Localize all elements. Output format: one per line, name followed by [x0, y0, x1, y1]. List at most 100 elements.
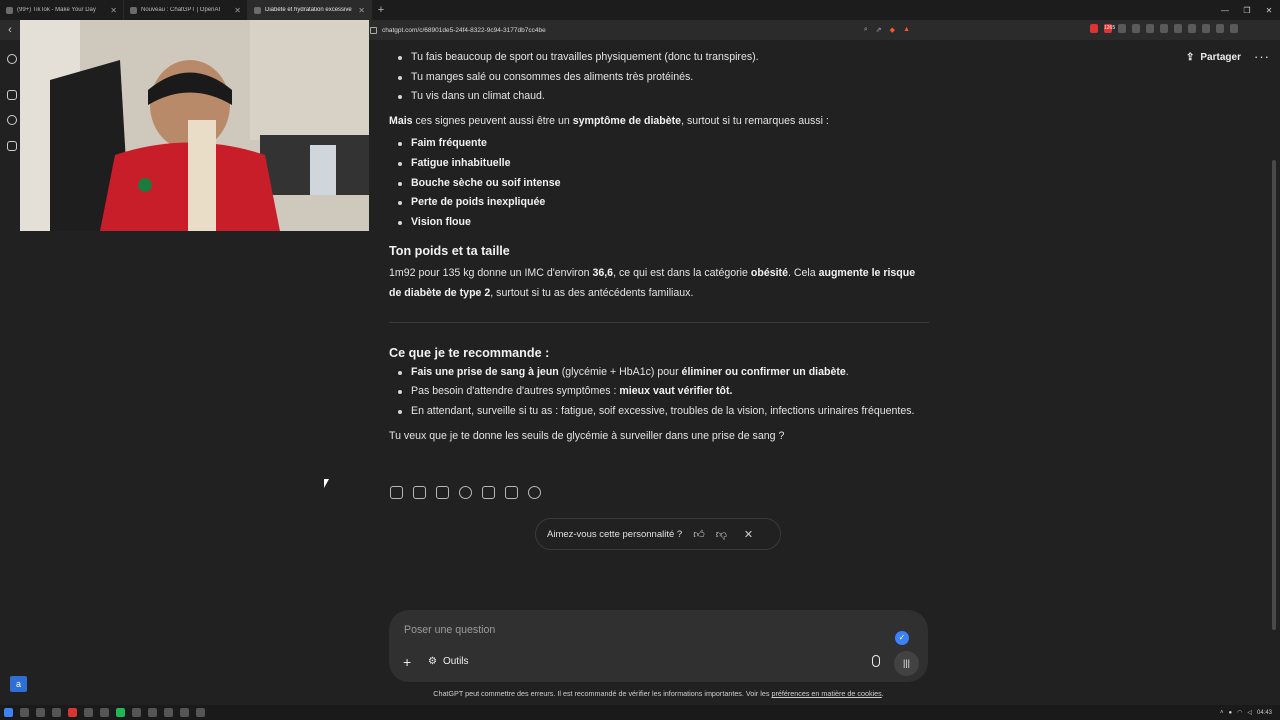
url-text: chatgpt.com/c/68901de5-24f4-8322-9c94-31… [382, 26, 546, 34]
list-item: Vision floue [389, 213, 929, 233]
share-url-icon[interactable]: ⇗ [876, 26, 882, 34]
read-aloud-icon[interactable] [459, 486, 472, 499]
new-chat-icon[interactable] [7, 90, 17, 100]
voice-mode-button[interactable]: ||| [894, 651, 919, 676]
site-info-icon[interactable] [370, 26, 377, 34]
tools-button[interactable]: ⚙ Outils [428, 656, 469, 667]
brave-shield-icon[interactable]: ◆ [890, 26, 895, 34]
extension-icon[interactable] [1132, 24, 1140, 33]
cookie-preferences-link[interactable]: préférences en matière de cookies [771, 689, 881, 698]
spotify-icon[interactable] [116, 708, 125, 717]
regenerate-icon[interactable] [528, 486, 541, 499]
message-actions [390, 486, 541, 499]
tab-title: Nouveau : ChatGPT | OpenAI [141, 7, 221, 13]
app-icon[interactable] [132, 708, 141, 717]
tab-tiktok[interactable]: (99+) TikTok - Make Your Day ✕ [0, 0, 124, 20]
close-tab-icon[interactable]: ✕ [358, 6, 365, 15]
mouse-cursor-icon [324, 479, 329, 488]
chevron-up-icon[interactable]: ˄ [1220, 710, 1224, 716]
openai-favicon-icon [130, 6, 137, 14]
clock[interactable]: 04:43 [1257, 710, 1272, 716]
minimize-icon[interactable]: — [1214, 6, 1236, 15]
language-button[interactable]: a [10, 676, 27, 692]
app-icon[interactable] [180, 708, 189, 717]
url-field[interactable]: chatgpt.com/c/68901de5-24f4-8322-9c94-31… [370, 23, 910, 37]
sidebar-icon[interactable] [1188, 24, 1196, 33]
vpn-icon[interactable] [1216, 24, 1224, 33]
chatgpt-favicon-icon [254, 6, 261, 14]
list-item: Perte de poids inexpliquée [389, 193, 929, 213]
zoom-icon[interactable]: ⌕ [864, 26, 868, 34]
wifi-icon[interactable]: ◠ [1237, 709, 1242, 716]
microphone-icon[interactable] [872, 655, 880, 667]
follow-up-question: Tu veux que je te donne les seuils de gl… [389, 430, 785, 443]
window-controls: — ❐ ✕ [1214, 6, 1280, 15]
more-options-button[interactable]: ··· [1254, 49, 1270, 64]
thumbs-up-icon[interactable]: 👍︎ [693, 528, 705, 541]
thumbs-up-icon[interactable] [413, 486, 426, 499]
feedback-prompt: Aimez-vous cette personnalité ? [547, 528, 683, 540]
share-label: Partager [1200, 52, 1241, 63]
browser-tab-strip: (99+) TikTok - Make Your Day ✕ Nouveau : … [0, 0, 1280, 20]
app-icon[interactable] [100, 708, 109, 717]
search-icon[interactable] [7, 115, 17, 125]
menu-icon[interactable] [1230, 24, 1238, 33]
disclaimer: ChatGPT peut commettre des erreurs. Il e… [433, 689, 884, 698]
prompt-input[interactable]: Poser une question [404, 624, 495, 636]
microphone-icon[interactable]: ● [1228, 710, 1232, 716]
thumbs-down-icon[interactable] [436, 486, 449, 499]
tab-diabete[interactable]: Diabète et hydratation excessive ✕ [248, 0, 372, 20]
new-tab-icon[interactable]: + [372, 4, 390, 16]
start-icon[interactable] [4, 708, 13, 717]
webcam-overlay [20, 20, 369, 231]
scrollbar[interactable] [1272, 160, 1276, 630]
url-tools: ⌕ ⇗ ◆ ▲ [864, 26, 910, 34]
app-icon[interactable] [52, 708, 61, 717]
extension-icon[interactable] [1118, 24, 1126, 33]
close-window-icon[interactable]: ✕ [1258, 6, 1280, 15]
app-icon[interactable] [196, 708, 205, 717]
close-tab-icon[interactable]: ✕ [110, 6, 117, 15]
add-attachment-button[interactable]: + [403, 654, 411, 670]
download-icon[interactable] [1160, 24, 1168, 33]
media-icon[interactable] [1174, 24, 1182, 33]
assistant-message: Tu fais beaucoup de sport ou travailles … [389, 40, 929, 447]
webcam-image [20, 20, 369, 231]
library-icon[interactable] [7, 141, 17, 151]
maximize-icon[interactable]: ❐ [1236, 6, 1258, 15]
app-icon[interactable] [148, 708, 157, 717]
list-item: Fais une prise de sang à jeun (glycémie … [389, 363, 929, 383]
list-item: Tu manges salé ou consommes des aliments… [389, 68, 929, 88]
edit-icon[interactable] [482, 486, 495, 499]
wallet-icon[interactable] [1202, 24, 1210, 33]
extension-icon[interactable] [1090, 24, 1098, 33]
volume-icon[interactable]: ◁ [1247, 709, 1252, 716]
bmi-paragraph: 1m92 pour 135 kg donne un IMC d'environ … [389, 267, 916, 299]
close-tab-icon[interactable]: ✕ [234, 6, 241, 15]
search-icon[interactable] [20, 708, 29, 717]
extensions-bar: 1265 [1090, 24, 1238, 33]
tab-chatgpt-new[interactable]: Nouveau : ChatGPT | OpenAI ✕ [124, 0, 248, 20]
list-item: En attendant, surveille si tu as : fatig… [389, 402, 929, 422]
close-icon[interactable]: ✕ [744, 528, 753, 541]
diabetes-warning-paragraph: Mais ces signes peuvent aussi être un sy… [389, 114, 829, 127]
file-explorer-icon[interactable] [36, 708, 45, 717]
personality-feedback: Aimez-vous cette personnalité ? 👍︎ 👎︎ ✕ [535, 518, 781, 550]
list-item: Pas besoin d'attendre d'autres symptômes… [389, 382, 929, 402]
symptom-list: Faim fréquente Fatigue inhabituelle Bouc… [389, 134, 929, 232]
back-arrow-icon[interactable]: ‹ [0, 24, 20, 36]
share-button[interactable]: ⇪ Partager [1186, 52, 1241, 63]
grammar-check-icon[interactable]: ✓ [895, 631, 909, 645]
brave-icon[interactable] [68, 708, 77, 717]
share-message-icon[interactable] [505, 486, 518, 499]
chatgpt-logo-icon[interactable] [7, 54, 17, 64]
extension-badge[interactable]: 1265 [1104, 24, 1115, 33]
app-icon[interactable] [84, 708, 93, 717]
app-icon[interactable] [164, 708, 173, 717]
taskbar: ˄ ● ◠ ◁ 04:43 [0, 705, 1280, 720]
brave-rewards-icon[interactable]: ▲ [903, 26, 910, 34]
list-item: Fatigue inhabituelle [389, 154, 929, 174]
extension-icon[interactable] [1146, 24, 1154, 33]
thumbs-down-icon[interactable]: 👎︎ [716, 528, 727, 541]
copy-icon[interactable] [390, 486, 403, 499]
